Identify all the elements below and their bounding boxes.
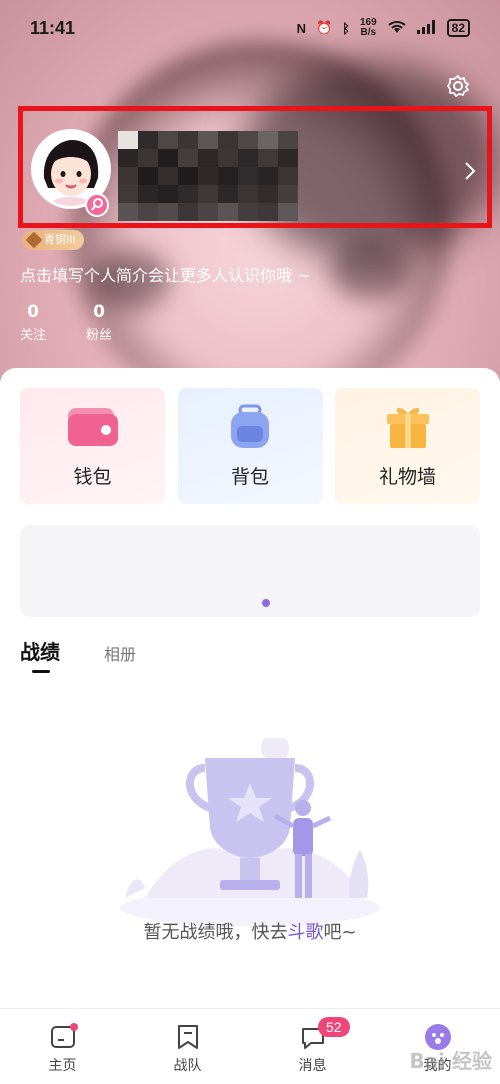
- main-content: 钱包 背包 礼物墙 战绩 相册 暂无战绩哦，快去斗歌吧~: [0, 368, 500, 1008]
- bronze-gem-icon: [25, 231, 43, 249]
- empty-trophy-illustration: [115, 734, 385, 928]
- stat-following[interactable]: 0 关注: [20, 302, 46, 343]
- signal-icon: [416, 19, 437, 37]
- alarm-icon: ⏰: [315, 20, 333, 35]
- message-count-badge: 52: [318, 1017, 350, 1037]
- network-speed: 169 B/s: [359, 17, 377, 38]
- profile-row[interactable]: [18, 106, 492, 228]
- profile-bio[interactable]: 点击填写个人简介会让更多人认识你哦 ~: [20, 262, 311, 286]
- wallet-icon: [66, 404, 120, 450]
- team-icon: [177, 1025, 198, 1049]
- bluetooth-icon: ᛒ: [342, 20, 350, 36]
- quick-cards: 钱包 背包 礼物墙: [20, 388, 480, 504]
- watermark-text: Bai 经验: [409, 1049, 492, 1073]
- chevron-right-icon[interactable]: [463, 161, 477, 181]
- nav-team[interactable]: 战队: [125, 1009, 250, 1084]
- battery-indicator: 82: [446, 19, 470, 37]
- profile-stats: 0 关注 0 粉丝: [20, 302, 112, 343]
- nav-home[interactable]: 主页: [0, 1009, 125, 1084]
- wallet-card[interactable]: 钱包: [20, 388, 165, 504]
- gift-wall-card[interactable]: 礼物墙: [335, 388, 480, 504]
- status-bar: 11:41 N ⏰ ᛒ 169 B/s 82: [0, 0, 500, 56]
- tab-album[interactable]: 相册: [104, 641, 136, 665]
- nfc-icon: N: [296, 20, 306, 36]
- sing-battle-link[interactable]: 斗歌: [287, 922, 323, 943]
- tab-bar: 战绩 相册: [20, 636, 136, 673]
- settings-gear-icon[interactable]: [446, 74, 470, 98]
- tab-records[interactable]: 战绩: [20, 636, 60, 665]
- banner-carousel[interactable]: [20, 525, 480, 617]
- avatar-edit-badge-icon[interactable]: [85, 193, 109, 217]
- username-redacted-mosaic: [118, 131, 298, 221]
- nav-messages[interactable]: 52 消息: [250, 1009, 375, 1084]
- level-badge: 青铜III: [22, 230, 84, 250]
- status-icons: N ⏰ ᛒ 169 B/s 82: [297, 18, 470, 38]
- stat-followers[interactable]: 0 粉丝: [86, 302, 112, 343]
- unread-dot: [70, 1023, 78, 1031]
- backpack-icon: [223, 404, 277, 450]
- backpack-card[interactable]: 背包: [177, 388, 323, 504]
- carousel-indicator-dot: [262, 599, 270, 607]
- active-tab-underline: [32, 670, 50, 673]
- wifi-icon: [387, 19, 407, 38]
- status-time: 11:41: [30, 17, 76, 38]
- empty-state-text: 暂无战绩哦，快去斗歌吧~: [143, 922, 357, 943]
- gift-icon: [381, 404, 435, 450]
